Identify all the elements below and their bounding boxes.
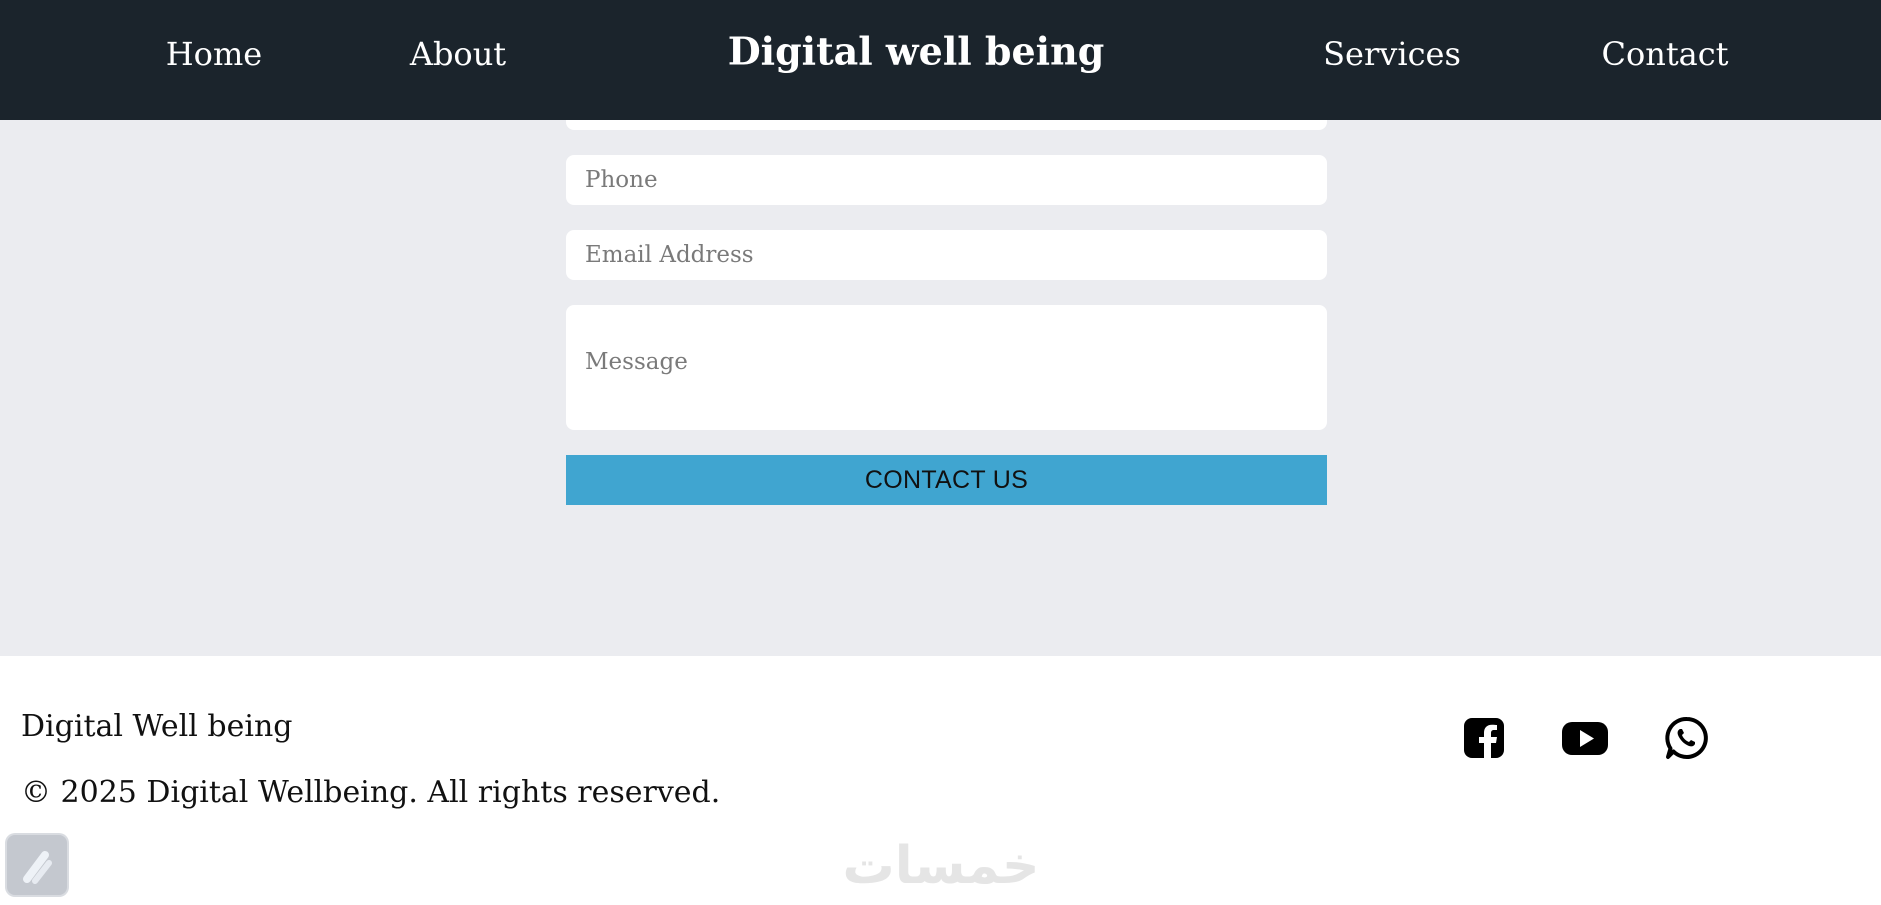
app-badge-icon[interactable] [7,835,67,895]
facebook-icon[interactable] [1460,714,1508,762]
site-footer: Digital Well being © 2025 Digital Wellbe… [0,656,1881,905]
whatsapp-icon[interactable] [1663,714,1711,762]
nav-link-contact[interactable]: Contact [1601,35,1728,73]
nav-link-home[interactable]: Home [166,35,262,73]
nav-link-about[interactable]: About [410,35,506,73]
site-brand: Digital well being [727,28,1105,74]
contact-section: CONTACT US [0,100,1881,656]
phone-field[interactable] [566,155,1327,205]
nav-link-services[interactable]: Services [1323,35,1461,73]
email-field[interactable] [566,230,1327,280]
message-field[interactable] [566,305,1327,430]
top-navbar: Home About Digital well being Services C… [0,0,1881,120]
svg-text:خمسات: خمسات [842,836,1039,895]
footer-copyright: © 2025 Digital Wellbeing. All rights res… [21,775,721,810]
contact-us-button[interactable]: CONTACT US [566,455,1327,505]
youtube-icon[interactable] [1561,714,1609,762]
khamsat-watermark-logo: خمسات [826,835,1056,896]
footer-title: Digital Well being [21,709,293,744]
